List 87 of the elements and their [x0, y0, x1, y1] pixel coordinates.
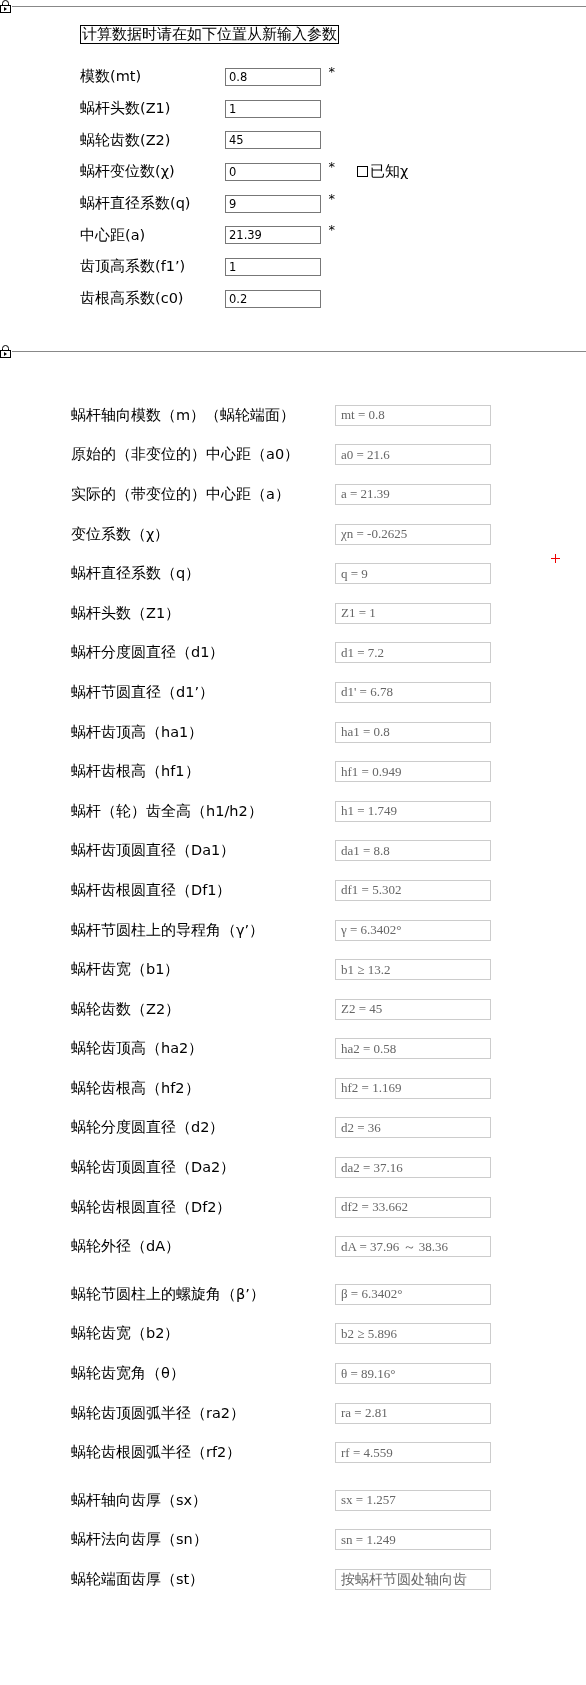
result-label: 蜗轮分度圆直径（d2） — [71, 1118, 226, 1138]
result-label: 蜗杆轴向齿厚（sx） — [71, 1490, 209, 1510]
result-label: 蜗杆直径系数（q） — [71, 564, 202, 584]
input-field[interactable]: 1 — [225, 99, 321, 118]
result-label: 蜗轮节圆柱上的螺旋角（β’） — [71, 1284, 266, 1304]
lock-icon[interactable] — [0, 344, 11, 358]
result-field: d1 = 7.2 — [335, 642, 491, 664]
result-label: 蜗杆节圆柱上的导程角（γ’） — [71, 920, 266, 940]
result-field: χn = -0.2625 — [335, 523, 491, 545]
result-field: sx = 1.257 — [335, 1489, 491, 1511]
result-field: b1 ≥ 13.2 — [335, 959, 491, 981]
required-mark: * — [328, 64, 335, 79]
result-field: ha2 = 0.58 — [335, 1038, 491, 1060]
result-label: 蜗杆分度圆直径（d1） — [71, 643, 226, 663]
result-field: 按蜗杆节圆处轴向齿 — [335, 1569, 491, 1590]
field-label: 齿顶高系数(f1’) — [80, 257, 187, 277]
result-field: a = 21.39 — [335, 484, 491, 505]
result-field: df1 = 5.302 — [335, 879, 491, 901]
input-field[interactable]: 21.39 — [225, 226, 321, 245]
result-label: 蜗杆齿根圆直径（Df1） — [71, 880, 233, 900]
result-field: β = 6.3402° — [335, 1283, 491, 1305]
input-field[interactable]: 0.8 — [225, 67, 321, 86]
crosshair-icon — [551, 554, 560, 563]
field-label: 蜗杆变位数(χ) — [80, 162, 176, 182]
result-label: 蜗杆齿顶圆直径（Da1） — [71, 841, 237, 861]
result-label: 蜗杆法向齿厚（sn） — [71, 1530, 209, 1550]
field-label: 蜗轮齿数(Z2) — [80, 130, 172, 150]
field-label: 模数(mt) — [80, 67, 143, 87]
result-field: a0 = 21.6 — [335, 444, 491, 466]
instruction-title: 计算数据时请在如下位置从新输入参数 — [80, 25, 339, 44]
result-field: θ = 89.16° — [335, 1363, 491, 1385]
result-field: ha1 = 0.8 — [335, 721, 491, 743]
result-label: 实际的（带变位的）中心距（a） — [71, 485, 291, 504]
result-label: 蜗杆节圆直径（d1’） — [71, 682, 216, 702]
field-label: 蜗杆头数(Z1) — [80, 99, 172, 119]
result-label: 蜗轮齿根高（hf2） — [71, 1078, 201, 1098]
result-field: hf2 = 1.169 — [335, 1077, 491, 1099]
result-label: 蜗轮齿顶圆弧半径（ra2） — [71, 1403, 247, 1423]
required-mark: * — [328, 190, 335, 206]
input-field[interactable]: 1 — [225, 257, 321, 276]
result-label: 蜗杆头数（Z1） — [71, 603, 182, 623]
result-label: 蜗杆齿根高（hf1） — [71, 762, 201, 782]
input-field[interactable]: 0 — [225, 162, 321, 181]
result-label: 蜗轮齿顶圆直径（Da2） — [71, 1158, 237, 1178]
result-field: Z1 = 1 — [335, 602, 491, 624]
lock-icon[interactable] — [0, 0, 11, 13]
result-label: 蜗轮齿根圆直径（Df2） — [71, 1197, 233, 1217]
result-label: 蜗轮齿顶高（ha2） — [71, 1039, 205, 1059]
required-mark: * — [328, 159, 335, 175]
result-field: b2 ≥ 5.896 — [335, 1323, 491, 1345]
field-label: 中心距(a) — [80, 225, 147, 245]
result-label: 蜗轮齿数（Z2） — [71, 999, 182, 1019]
result-label: 蜗轮外径（dA） — [71, 1237, 182, 1257]
result-field: da2 = 37.16 — [335, 1157, 491, 1179]
result-label: 蜗杆齿顶高（ha1） — [71, 722, 205, 742]
result-label: 蜗杆齿宽（b1） — [71, 960, 181, 980]
input-field[interactable]: 45 — [225, 131, 321, 150]
checkbox[interactable] — [357, 166, 368, 178]
result-field: ra = 2.81 — [335, 1402, 491, 1424]
result-field: d2 = 36 — [335, 1117, 491, 1139]
result-field: γ = 6.3402° — [335, 919, 491, 941]
known-checkbox[interactable]: 已知χ — [357, 162, 586, 182]
input-field[interactable]: 9 — [225, 194, 321, 213]
field-label: 齿根高系数(c0) — [80, 289, 185, 309]
result-field: hf1 = 0.949 — [335, 761, 491, 783]
result-label: 原始的（非变位的）中心距（a0） — [71, 445, 301, 465]
checkbox-label: 已知χ — [370, 162, 409, 182]
result-field: rf = 4.559 — [335, 1442, 491, 1464]
input-field[interactable]: 0.2 — [225, 289, 321, 308]
result-field: d1' = 6.78 — [335, 681, 491, 703]
result-field: mt = 0.8 — [335, 404, 491, 426]
result-field: h1 = 1.749 — [335, 800, 491, 822]
field-label: 蜗杆直径系数(q) — [80, 194, 192, 214]
result-label: 蜗轮齿宽角（θ） — [71, 1364, 186, 1384]
result-label: 蜗轮齿根圆弧半径（rf2） — [71, 1443, 243, 1463]
result-label: 蜗轮齿宽（b2） — [71, 1324, 181, 1344]
result-field: q = 9 — [335, 563, 491, 585]
result-field: df2 = 33.662 — [335, 1196, 491, 1218]
result-label: 蜗轮端面齿厚（st） — [71, 1570, 206, 1589]
required-mark: * — [328, 222, 335, 238]
result-field: sn = 1.249 — [335, 1529, 491, 1551]
result-label: 变位系数（χ） — [71, 524, 171, 544]
result-label: 蜗杆（轮）齿全高（h1/h2） — [71, 801, 264, 821]
result-label: 蜗杆轴向模数（m）（蜗轮端面） — [71, 405, 297, 425]
result-field: dA = 37.96 ～ 38.36 — [335, 1236, 491, 1258]
result-field: Z2 = 45 — [335, 998, 491, 1020]
result-field: da1 = 8.8 — [335, 840, 491, 862]
